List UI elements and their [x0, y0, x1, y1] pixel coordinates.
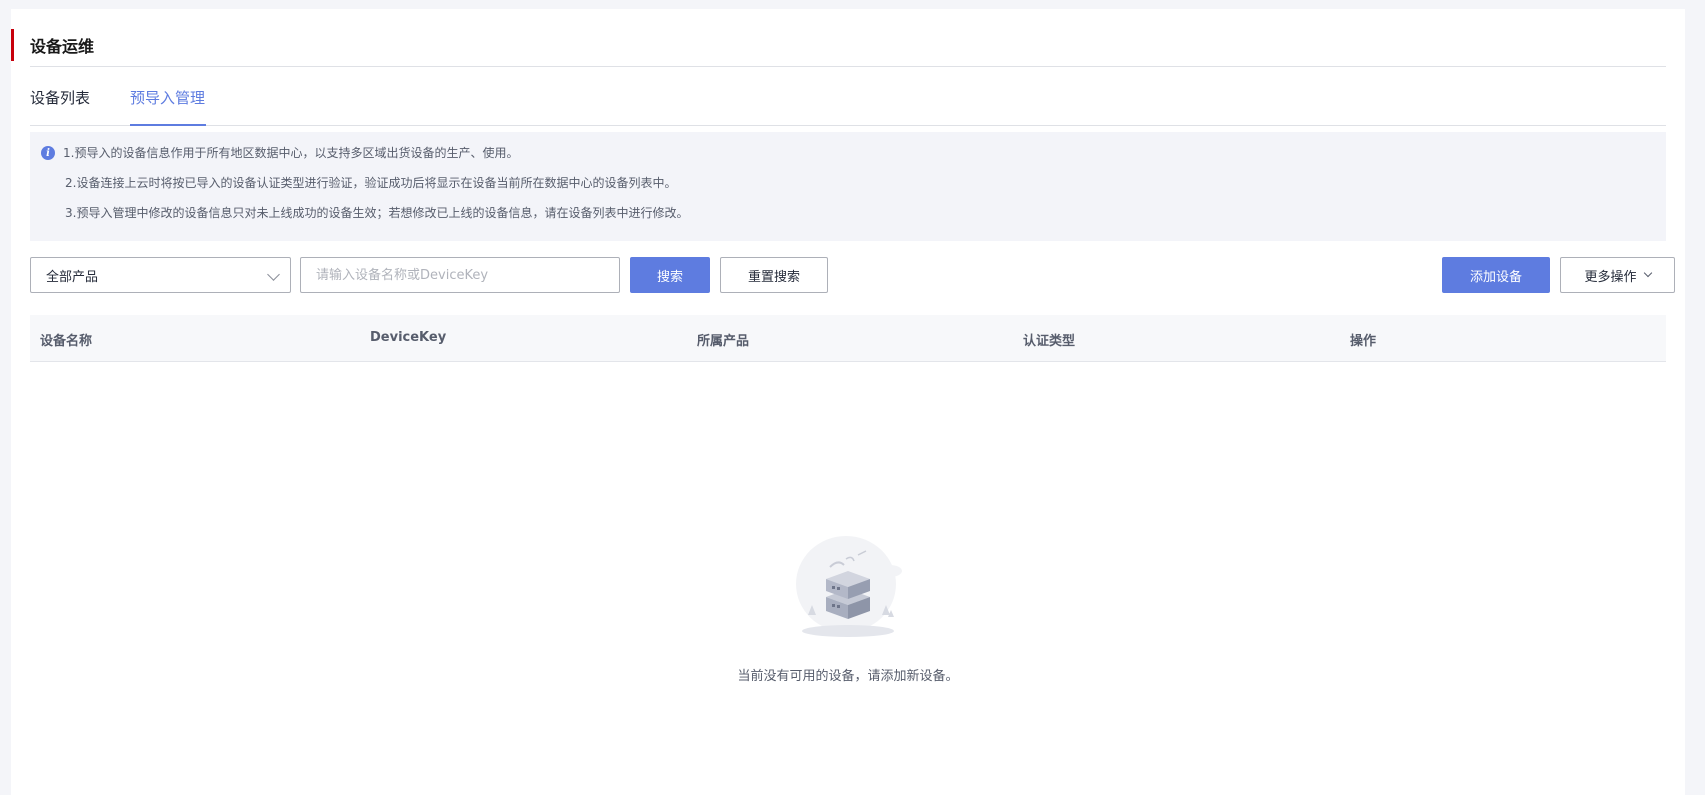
- table-header: 设备名称 DeviceKey 所属产品 认证类型 操作: [30, 315, 1666, 362]
- tab-device-list[interactable]: 设备列表: [30, 87, 90, 126]
- search-button[interactable]: 搜索: [630, 257, 710, 293]
- page-header: 设备运维: [11, 29, 1666, 61]
- chevron-down-icon: [267, 268, 280, 281]
- more-actions-label: 更多操作: [1584, 269, 1637, 285]
- column-header-device-key[interactable]: DeviceKey: [370, 330, 446, 345]
- page-title: 设备运维: [30, 37, 95, 56]
- tab-preimport-management[interactable]: 预导入管理: [130, 87, 205, 126]
- empty-state: 当前没有可用的设备，请添加新设备。: [11, 529, 1685, 689]
- tab-bar: 设备列表 预导入管理: [30, 87, 1666, 126]
- product-select[interactable]: 全部产品: [30, 257, 291, 293]
- search-input[interactable]: [300, 257, 620, 293]
- column-header-device-name[interactable]: 设备名称: [40, 330, 92, 349]
- header-accent-bar: [11, 29, 14, 61]
- main-card: 设备运维 设备列表 预导入管理 i 1.预导入的设备信息作用于所有地区数据中心，…: [11, 9, 1685, 795]
- notice-line: 2.设备连接上云时将按已导入的设备认证类型进行验证，验证成功后将显示在设备当前所…: [65, 176, 677, 190]
- add-device-button[interactable]: 添加设备: [1442, 257, 1550, 293]
- notice-line: 3.预导入管理中修改的设备信息只对未上线成功的设备生效；若想修改已上线的设备信息…: [65, 206, 689, 220]
- active-tab-indicator: [130, 124, 206, 126]
- info-icon: i: [41, 146, 55, 160]
- empty-devices-icon: [796, 536, 902, 637]
- filter-toolbar: 全部产品 搜索 重置搜索 添加设备 更多操作: [30, 257, 1675, 293]
- column-header-auth-type[interactable]: 认证类型: [1023, 330, 1075, 349]
- column-header-product[interactable]: 所属产品: [697, 330, 749, 349]
- header-divider: [30, 66, 1666, 67]
- empty-message: 当前没有可用的设备，请添加新设备。: [737, 669, 959, 684]
- info-notice: i 1.预导入的设备信息作用于所有地区数据中心，以支持多区域出货设备的生产、使用…: [30, 132, 1666, 241]
- product-select-value: 全部产品: [46, 269, 99, 285]
- chevron-down-icon: [1643, 268, 1652, 278]
- notice-line: 1.预导入的设备信息作用于所有地区数据中心，以支持多区域出货设备的生产、使用。: [63, 146, 519, 160]
- column-header-operations: 操作: [1350, 334, 1377, 349]
- more-actions-button[interactable]: 更多操作: [1560, 257, 1675, 293]
- reset-search-button[interactable]: 重置搜索: [720, 257, 828, 293]
